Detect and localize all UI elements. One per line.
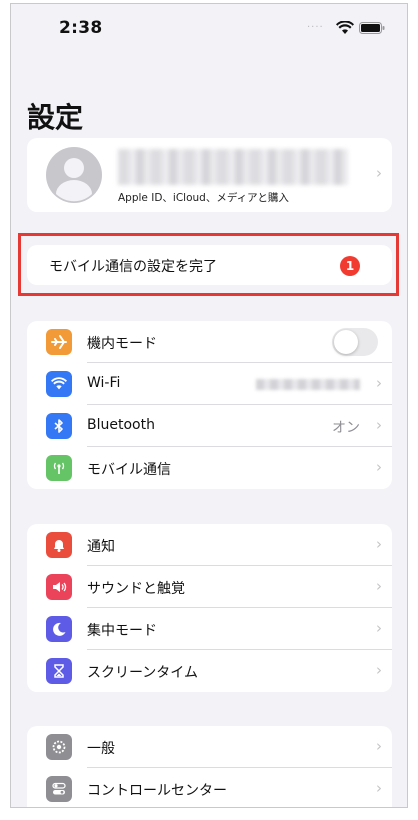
setup-label: モバイル通信の設定を完了 <box>49 259 217 275</box>
bluetooth-row[interactable]: Bluetooth オン › <box>27 405 392 447</box>
screen-time-row[interactable]: スクリーンタイム › <box>27 650 392 692</box>
notifications-row[interactable]: 通知 › <box>27 524 392 566</box>
toggle-knob <box>334 330 358 354</box>
page-title: 設定 <box>27 101 84 134</box>
row-label: 集中モード <box>87 623 157 639</box>
airplane-mode-toggle[interactable] <box>332 328 378 356</box>
row-label: 機内モード <box>87 336 157 352</box>
cellular-row[interactable]: モバイル通信 › <box>27 447 392 489</box>
hourglass-icon <box>46 658 72 684</box>
row-label: スクリーンタイム <box>87 665 199 681</box>
chevron-right-icon: › <box>376 737 382 755</box>
bluetooth-icon <box>46 413 72 439</box>
signal-dots: .... <box>307 19 324 30</box>
wifi-row[interactable]: Wi-Fi › <box>27 363 392 405</box>
wifi-icon <box>336 21 354 34</box>
row-label: 通知 <box>87 539 115 555</box>
sounds-row[interactable]: サウンドと触覚 › <box>27 566 392 608</box>
bluetooth-status: オン <box>332 420 360 436</box>
speaker-icon <box>46 574 72 600</box>
antenna-icon <box>46 455 72 481</box>
status-bar: 2:38 .... <box>11 4 407 48</box>
airplane-mode-row[interactable]: 機内モード <box>27 321 392 363</box>
row-label: Bluetooth <box>87 417 155 433</box>
row-label: サウンドと触覚 <box>87 581 185 597</box>
apple-id-card[interactable]: Apple ID、iCloud、メディアと購入 › <box>27 138 392 212</box>
chevron-right-icon: › <box>376 374 382 392</box>
gear-icon <box>46 734 72 760</box>
general-row[interactable]: 一般 › <box>27 726 392 768</box>
chevron-right-icon: › <box>376 416 382 434</box>
row-label: 一般 <box>87 741 115 757</box>
status-time: 2:38 <box>59 18 103 38</box>
chevron-right-icon: › <box>376 661 382 679</box>
notifications-group: 通知 › サウンドと触覚 › 集中モード › スクリーンタイム › <box>27 524 392 692</box>
cellular-setup-row[interactable]: モバイル通信の設定を完了 1 <box>27 245 392 285</box>
chevron-right-icon: › <box>376 535 382 553</box>
wifi-network-blurred <box>256 379 360 390</box>
battery-icon <box>359 22 385 34</box>
moon-icon <box>46 616 72 642</box>
profile-subtitle: Apple ID、iCloud、メディアと購入 <box>118 192 289 204</box>
profile-name-blurred <box>118 149 348 185</box>
chevron-right-icon: › <box>376 458 382 476</box>
connectivity-group: 機内モード Wi-Fi › Bluetooth オン › モバイル通信 › <box>27 321 392 489</box>
control-center-row[interactable]: コントロールセンター › <box>27 768 392 807</box>
person-silhouette-icon <box>46 147 102 203</box>
notification-badge: 1 <box>340 256 360 276</box>
focus-row[interactable]: 集中モード › <box>27 608 392 650</box>
wifi-icon <box>46 371 72 397</box>
row-label: Wi-Fi <box>87 375 121 391</box>
row-label: コントロールセンター <box>87 783 227 799</box>
toggles-icon <box>46 776 72 802</box>
chevron-right-icon: › <box>376 619 382 637</box>
general-group: 一般 › コントロールセンター › <box>27 726 392 807</box>
chevron-right-icon: › <box>376 779 382 797</box>
row-label: モバイル通信 <box>87 462 171 478</box>
chevron-right-icon: › <box>376 164 382 182</box>
bell-icon <box>46 532 72 558</box>
phone-screen: 2:38 .... 設定 Apple ID、iCloud、メディアと購入 › モ… <box>10 3 408 808</box>
airplane-icon <box>46 329 72 355</box>
chevron-right-icon: › <box>376 577 382 595</box>
